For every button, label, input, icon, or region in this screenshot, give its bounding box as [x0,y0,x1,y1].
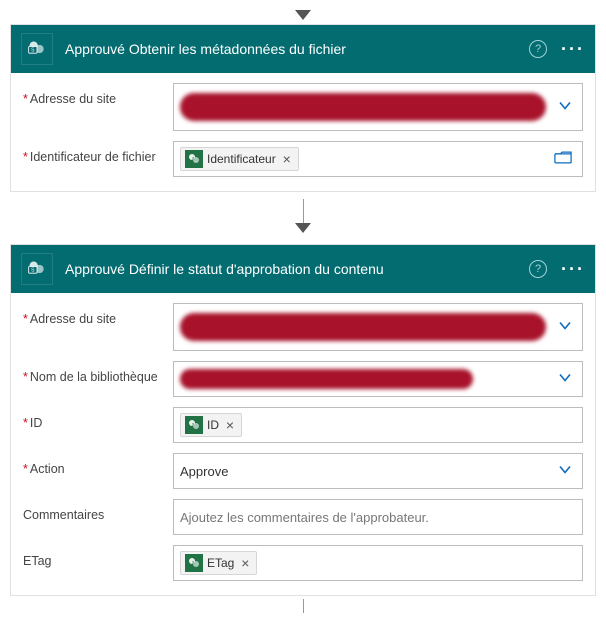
chevron-down-icon[interactable] [558,319,572,336]
site-address-input[interactable] [173,303,583,351]
help-icon[interactable]: ? [529,40,547,58]
field-row-site-address: *Adresse du site [23,303,583,351]
action-select[interactable]: Approve [173,453,583,489]
id-input[interactable]: s ID × [173,407,583,443]
comments-input[interactable]: Ajoutez les commentaires de l'approbateu… [173,499,583,535]
token-remove-icon[interactable]: × [238,556,252,570]
field-label: *ID [23,407,173,430]
redacted-value [180,93,546,121]
chevron-down-icon[interactable] [558,99,572,116]
field-row-etag: ETag s ETag × [23,545,583,581]
field-row-library-name: *Nom de la bibliothèque [23,361,583,397]
token-remove-icon[interactable]: × [223,418,237,432]
action-value: Approve [180,464,228,479]
card-header[interactable]: S Approuvé Définir le statut d'approbati… [11,245,595,293]
folder-picker-icon[interactable] [554,151,572,168]
field-label: *Action [23,453,173,476]
field-row-action: *Action Approve [23,453,583,489]
more-actions-icon[interactable]: ··· [561,39,585,60]
token-remove-icon[interactable]: × [280,152,294,166]
redacted-value [180,369,473,389]
field-label: *Identificateur de fichier [23,141,173,164]
more-actions-icon[interactable]: ··· [561,259,585,280]
field-row-comments: Commentaires Ajoutez les commentaires de… [23,499,583,535]
card-title: Approuvé Obtenir les métadonnées du fich… [65,41,529,57]
chevron-down-icon[interactable] [558,463,572,480]
field-label: *Adresse du site [23,83,173,106]
action-card-get-file-metadata: S Approuvé Obtenir les métadonnées du fi… [10,24,596,192]
outgoing-connector [10,596,596,616]
card-body: *Adresse du site *Identificateur de fich… [11,73,595,191]
library-name-input[interactable] [173,361,583,397]
sharepoint-icon: S [21,33,53,65]
sharepoint-token-icon: s [185,150,203,168]
field-label: ETag [23,545,173,568]
etag-input[interactable]: s ETag × [173,545,583,581]
help-icon[interactable]: ? [529,260,547,278]
field-row-site-address: *Adresse du site [23,83,583,131]
incoming-arrow-head [10,10,596,22]
sharepoint-token-icon: s [185,416,203,434]
card-title: Approuvé Définir le statut d'approbation… [65,261,529,277]
field-row-id: *ID s ID × [23,407,583,443]
token-identificateur[interactable]: s Identificateur × [180,147,299,171]
connector-arrow [10,192,596,244]
card-header[interactable]: S Approuvé Obtenir les métadonnées du fi… [11,25,595,73]
file-identifier-input[interactable]: s Identificateur × [173,141,583,177]
token-etag[interactable]: s ETag × [180,551,257,575]
action-card-set-approval-status: S Approuvé Définir le statut d'approbati… [10,244,596,596]
token-label: ID [207,418,219,432]
chevron-down-icon[interactable] [558,371,572,388]
field-label: *Nom de la bibliothèque [23,361,173,384]
field-label: *Adresse du site [23,303,173,326]
card-body: *Adresse du site *Nom de la bibliothèque… [11,293,595,595]
site-address-input[interactable] [173,83,583,131]
comments-placeholder: Ajoutez les commentaires de l'approbateu… [180,510,429,525]
field-label: Commentaires [23,499,173,522]
sharepoint-icon: S [21,253,53,285]
field-row-file-identifier: *Identificateur de fichier s Identificat… [23,141,583,177]
redacted-value [180,313,546,341]
token-id[interactable]: s ID × [180,413,242,437]
token-label: ETag [207,556,234,570]
sharepoint-token-icon: s [185,554,203,572]
token-label: Identificateur [207,152,276,166]
